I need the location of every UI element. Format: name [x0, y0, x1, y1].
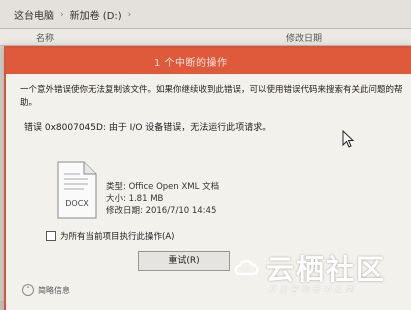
mouse-cursor-icon [342, 130, 355, 148]
apply-to-all-row[interactable]: 为所有当前项目执行此操作(A) [46, 230, 174, 242]
dialog-titlebar[interactable]: 1 个中断的操作 [6, 48, 411, 74]
file-modified: 修改日期: 2016/7/10 14:45 [106, 206, 217, 216]
file-size: 大小: 1.81 MB [106, 194, 164, 204]
watermark: 云栖社区 开发者的云中江湖 [226, 246, 411, 301]
fewer-details-label: 简略信息 [38, 285, 70, 295]
dialog-title: 1 个中断的操作 [154, 58, 228, 69]
breadcrumb-this-pc[interactable]: 这台电脑 [14, 7, 54, 22]
breadcrumb-drive-d[interactable]: 新加卷 (D:) [70, 7, 122, 22]
breadcrumb: 这台电脑 › 新加卷 (D:) › [14, 7, 132, 23]
fewer-details-toggle[interactable]: ˄ 简略信息 [22, 284, 70, 296]
chevron-right-icon: › [60, 9, 64, 20]
file-type: 类型: Office Open XML 文档 [106, 182, 220, 192]
watermark-brand: 云栖社区 [266, 253, 387, 286]
error-code-text: 错误 0x8007045D: 由于 I/O 设备错误，无法运行此项请求。 [24, 123, 272, 133]
apply-to-all-label: 为所有当前项目执行此操作(A) [60, 232, 175, 242]
retry-button[interactable]: 重试(R) [138, 251, 230, 271]
column-header-modified[interactable]: 修改日期 [286, 31, 322, 44]
address-bar[interactable]: 这台电脑 › 新加卷 (D:) › [0, 0, 411, 29]
watermark-slogan: 开发者的云中江湖 [268, 285, 356, 294]
docx-file-icon: DOCX [57, 161, 97, 219]
file-details: 类型: Office Open XML 文档 大小: 1.81 MB 修改日期:… [106, 181, 219, 217]
chevron-up-icon: ˄ [22, 284, 34, 296]
apply-to-all-checkbox[interactable] [46, 231, 56, 241]
column-header-name[interactable]: 名称 [36, 31, 54, 44]
docx-icon-label: DOCX [65, 199, 89, 208]
column-header-row: 名称 修改日期 [0, 29, 411, 46]
chevron-right-icon: › [127, 9, 132, 20]
cloud-logo-icon [234, 259, 259, 276]
error-message: 一个意外错误使你无法复制该文件。如果你继续收到此错误，可以使用错误代码来搜索有关… [20, 85, 403, 108]
